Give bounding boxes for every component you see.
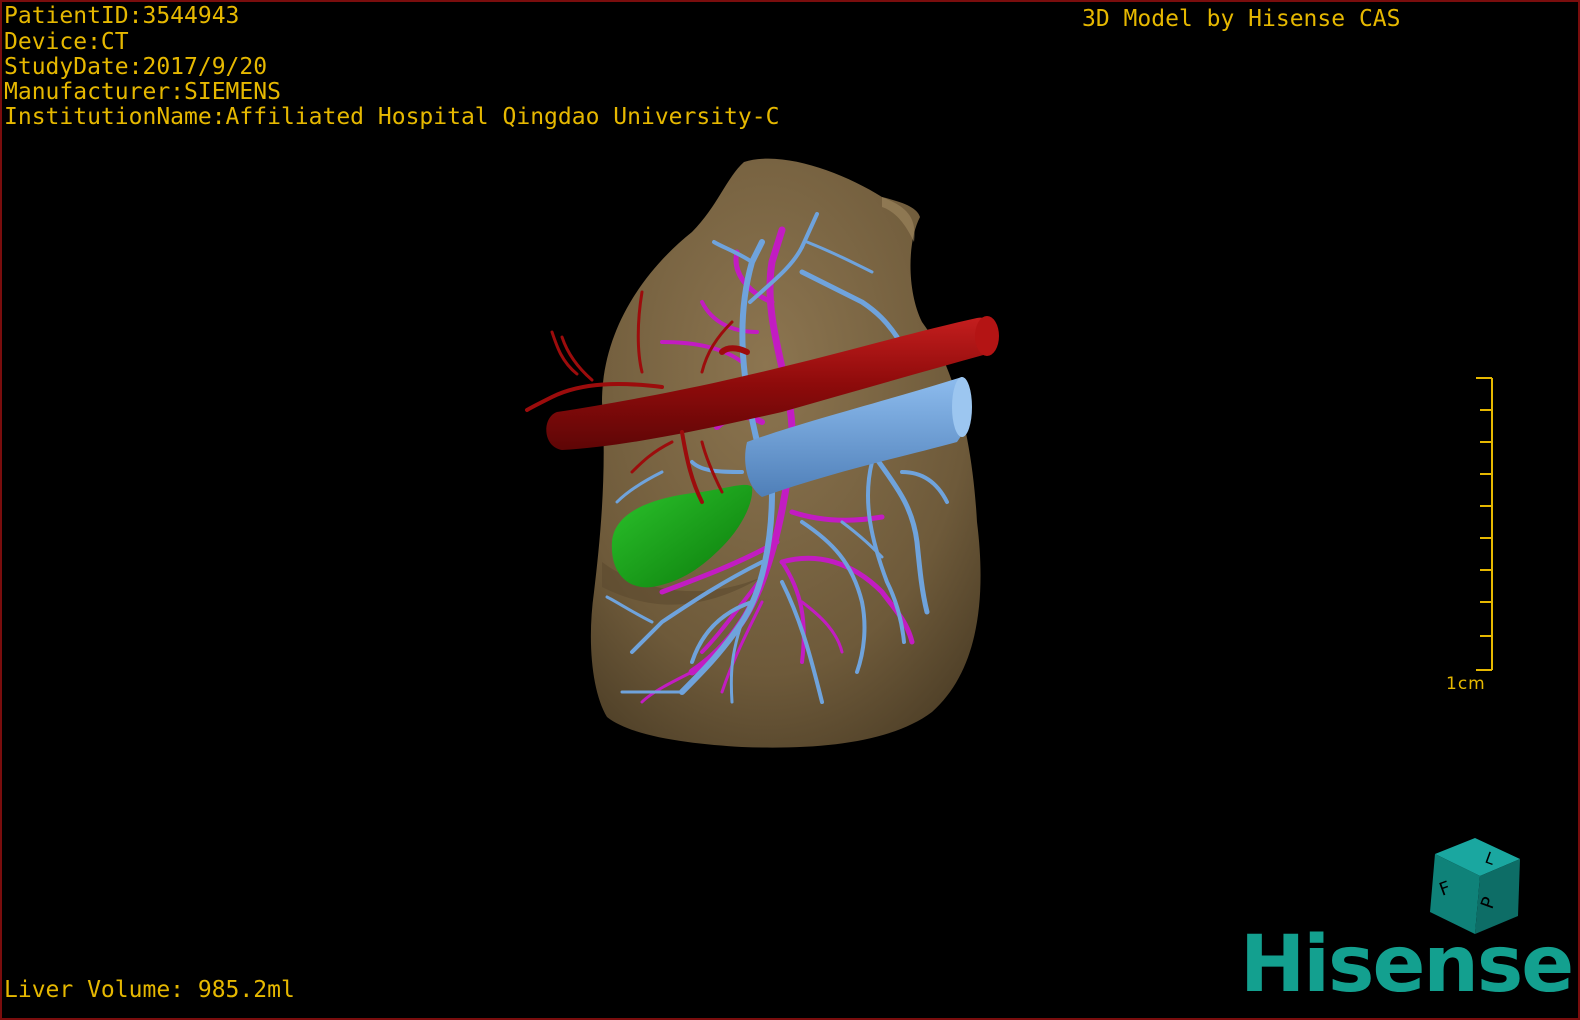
scale-ruler	[1476, 377, 1493, 671]
hisense-logo: Hisense	[1240, 920, 1574, 1010]
liver-3d-model[interactable]	[2, 2, 1578, 1018]
3d-viewport[interactable]: PatientID:3544943 Device:CT StudyDate:20…	[0, 0, 1580, 1020]
liver-volume-label: Liver Volume: 985.2ml	[4, 977, 295, 1003]
scale-label: 1cm	[1446, 674, 1486, 694]
